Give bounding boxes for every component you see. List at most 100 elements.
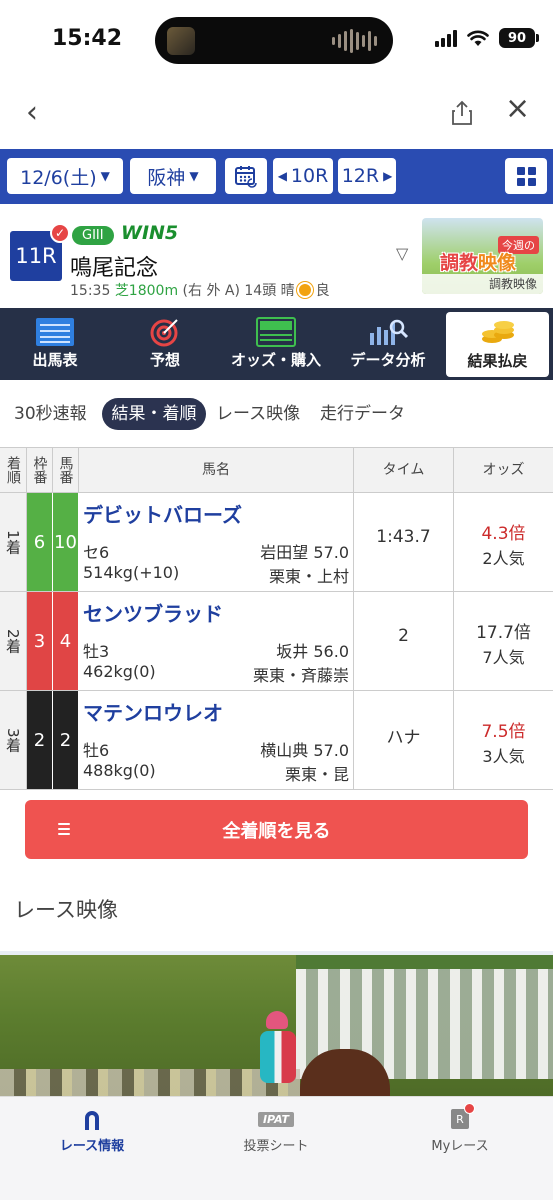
win5-logo: WIN5	[121, 222, 179, 244]
jockey-weight: 横山典 57.0	[260, 741, 349, 760]
cellular-signal-icon	[435, 29, 457, 47]
jockey-helmet	[266, 1011, 288, 1029]
menu-label: 予想	[149, 351, 180, 369]
horse-weight: 488kg(0)	[83, 761, 156, 780]
frame-number: 3	[27, 592, 53, 690]
video-label: 調教映像	[422, 274, 543, 294]
header-rank: 着順	[0, 448, 27, 492]
date-selector[interactable]: 12/6(土) ▼	[7, 158, 123, 194]
tab-label: Myレース	[431, 1139, 489, 1154]
tab-results-order[interactable]: 結果・着順	[102, 398, 206, 430]
bottom-tab-bar: レース情報 IPAT 投票シート R Myレース	[0, 1096, 553, 1200]
prev-race-button[interactable]: ◀ 10R	[273, 158, 333, 194]
grid-icon	[516, 166, 536, 186]
calendar-icon	[235, 166, 257, 188]
tab-label: 投票シート	[243, 1139, 309, 1154]
chevron-down-icon: ▼	[189, 169, 199, 183]
dynamic-island	[155, 17, 393, 64]
status-time: 15:42	[52, 26, 123, 51]
chevron-down-icon: ▼	[100, 169, 110, 183]
chevron-down-icon[interactable]: ▽	[396, 244, 408, 263]
race-video-player[interactable]	[0, 951, 553, 1096]
header-frame: 枠番	[27, 448, 53, 492]
trainer: 栗東・上村	[268, 567, 349, 586]
race-header[interactable]: 11R ✓ GIII WIN5 鳴尾記念 15:35 芝1800m (右 外 A…	[0, 212, 553, 308]
header-number: 馬番	[53, 448, 79, 492]
start-time: 15:35	[70, 283, 111, 299]
now-playing-thumbnail	[167, 27, 195, 55]
close-button[interactable]: ×	[505, 94, 530, 124]
odds-cell: 4.3倍 2人気	[454, 493, 553, 591]
finish-rank: 2着	[0, 592, 27, 690]
list-icon	[58, 823, 70, 838]
table-row[interactable]: 1着 6 10 デビットバローズ セ6 岩田望 57.0 514kg(+10) …	[0, 493, 553, 592]
menu-label: オッズ・購入	[230, 351, 321, 369]
course-distance: 芝1800m	[114, 283, 179, 299]
prev-race-label: 10R	[290, 165, 329, 187]
menu-results-payout[interactable]: 結果払戻	[446, 312, 549, 377]
back-button[interactable]: ‹	[26, 98, 38, 128]
horse-weight: 462kg(0)	[83, 662, 156, 681]
trainer: 栗東・斉藤崇	[252, 666, 349, 685]
horse-name-link[interactable]: センツブラッド	[83, 598, 223, 627]
venue-value: 阪神	[147, 166, 186, 189]
tab-my-race[interactable]: R Myレース	[368, 1103, 552, 1154]
entries-icon	[36, 318, 74, 346]
share-icon[interactable]	[450, 100, 474, 126]
popularity: 3人気	[482, 747, 525, 766]
calendar-button[interactable]	[225, 158, 267, 194]
target-icon	[150, 319, 178, 347]
frame-number: 6	[27, 493, 53, 591]
sex-age: 牡3	[83, 642, 110, 661]
next-race-button[interactable]: 12R ▶	[338, 158, 396, 194]
menu-odds-purchase[interactable]: オッズ・購入	[220, 308, 332, 380]
grade-badge: GIII	[72, 226, 114, 245]
race-name: 鳴尾記念	[70, 256, 159, 281]
finish-margin: ハナ	[354, 691, 454, 789]
wifi-icon	[467, 30, 489, 46]
browser-nav-bar: ‹ ×	[0, 88, 553, 140]
finish-margin: 2	[354, 592, 454, 690]
sex-age: セ6	[83, 543, 110, 562]
going: 良	[315, 283, 330, 299]
my-race-icon: R	[451, 1103, 475, 1129]
horse-name-link[interactable]: デビットバローズ	[83, 499, 242, 528]
tab-running-data[interactable]: 走行データ	[320, 398, 405, 430]
popularity: 7人気	[482, 648, 525, 667]
popularity: 2人気	[482, 549, 525, 568]
menu-label: 出馬表	[32, 351, 78, 369]
menu-prediction[interactable]: 予想	[110, 308, 220, 380]
race-menu-bar: 出馬表 予想 オッズ・購入 データ分析 結果払戻	[0, 308, 553, 380]
horse-cell: デビットバローズ セ6 岩田望 57.0 514kg(+10) 栗東・上村	[79, 493, 354, 591]
table-row[interactable]: 2着 3 4 センツブラッド 牡3 坂井 56.0 462kg(0) 栗東・斉藤…	[0, 592, 553, 691]
jockey-weight: 坂井 56.0	[276, 642, 349, 661]
table-row[interactable]: 3着 2 2 マテンロウレオ 牡6 横山典 57.0 488kg(0) 栗東・昆…	[0, 691, 553, 790]
training-video-thumbnail[interactable]: 今週の 調教映像 調教映像	[422, 218, 543, 294]
view-all-results-button[interactable]: 全着順を見る	[25, 800, 528, 859]
menu-grid-button[interactable]	[505, 158, 547, 194]
status-icons: 90	[435, 28, 539, 48]
check-badge-icon	[464, 1103, 475, 1114]
tab-race-video[interactable]: レース映像	[216, 398, 300, 430]
tab-race-info[interactable]: レース情報	[0, 1105, 184, 1154]
odds-value: 4.3倍	[481, 524, 526, 544]
menu-entries[interactable]: 出馬表	[0, 308, 110, 380]
header-horse-name: 馬名	[79, 448, 354, 492]
tab-flash-report[interactable]: 30秒速報	[14, 398, 87, 430]
horse-cell: センツブラッド 牡3 坂井 56.0 462kg(0) 栗東・斉藤崇	[79, 592, 354, 690]
header-odds: オッズ	[482, 462, 525, 478]
tab-bet-sheet[interactable]: IPAT 投票シート	[184, 1105, 368, 1154]
video-title: 調教映像	[440, 252, 517, 274]
menu-data-analysis[interactable]: データ分析	[332, 308, 444, 380]
horse-name-link[interactable]: マテンロウレオ	[83, 697, 223, 726]
horse-number: 4	[53, 592, 79, 690]
sex-age: 牡6	[83, 741, 110, 760]
odds-cell: 7.5倍 3人気	[454, 691, 553, 789]
button-label: 全着順を見る	[222, 820, 331, 842]
venue-selector[interactable]: 阪神 ▼	[130, 158, 216, 194]
next-race-label: 12R	[341, 165, 380, 187]
crowd	[0, 1069, 300, 1096]
jockey-weight: 岩田望 57.0	[260, 543, 349, 562]
tab-label: レース情報	[59, 1139, 125, 1154]
menu-label: 結果払戻	[467, 352, 528, 370]
